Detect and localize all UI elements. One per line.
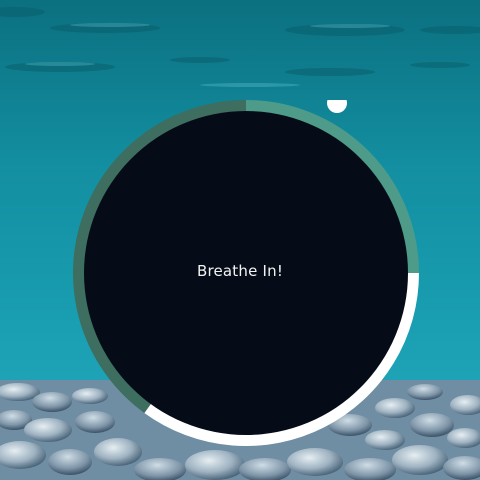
- breathing-prompt: Breathe In!: [196, 262, 284, 280]
- progress-dot-icon: [327, 100, 347, 113]
